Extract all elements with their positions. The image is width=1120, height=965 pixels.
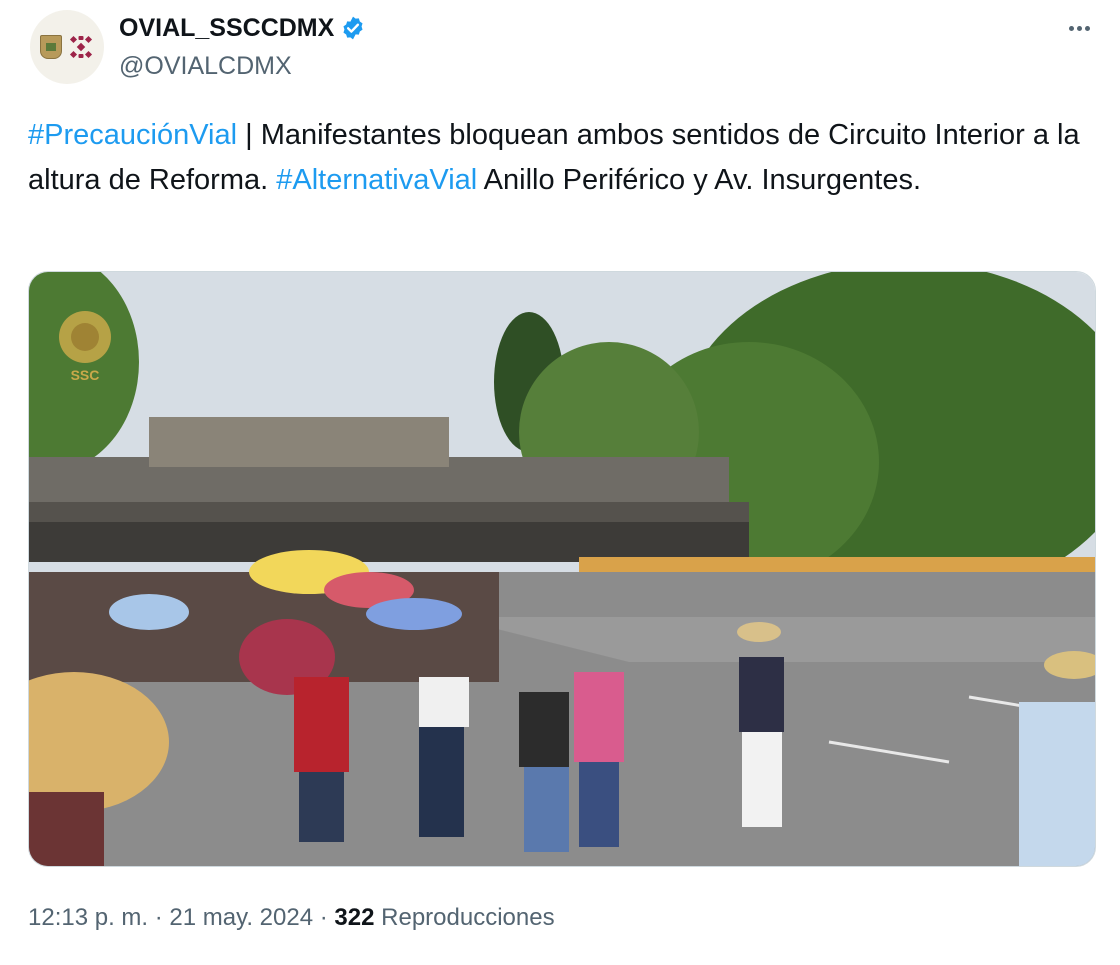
meta-separator: ·: [154, 904, 163, 931]
tweet-meta: 12:13 p. m. · 21 may. 2024 · 322 Reprodu…: [28, 900, 555, 936]
watermark-text: SSC: [71, 367, 100, 383]
cdmx-logo-icon: [69, 35, 93, 59]
views-label: Reproducciones: [381, 904, 555, 931]
user-handle[interactable]: @OVIALCDMX: [119, 51, 292, 81]
ssc-shield-icon: [40, 35, 62, 59]
hashtag-alternativa-vial[interactable]: #AlternativaVial: [276, 164, 477, 196]
display-name[interactable]: OVIAL_SSCCDMX: [119, 11, 334, 45]
tweet-photo[interactable]: SSC: [28, 271, 1096, 867]
meta-separator: ·: [319, 904, 328, 931]
tweet-date[interactable]: 21 may. 2024: [169, 904, 313, 931]
more-options-icon[interactable]: [1063, 16, 1095, 40]
tweet-text: #PrecauciónVial | Manifestantes bloquean…: [28, 113, 1098, 203]
avatar[interactable]: [30, 10, 104, 84]
tweet-text-part-2: Anillo Periférico y Av. Insurgentes.: [477, 164, 922, 196]
tweet-time[interactable]: 12:13 p. m.: [28, 904, 148, 931]
views-count: 322: [334, 904, 375, 931]
protest-photo: SSC: [29, 272, 1095, 866]
hashtag-precaucion-vial[interactable]: #PrecauciónVial: [28, 119, 237, 151]
verified-badge-icon: [343, 16, 363, 40]
display-name-row[interactable]: OVIAL_SSCCDMX: [119, 11, 366, 45]
